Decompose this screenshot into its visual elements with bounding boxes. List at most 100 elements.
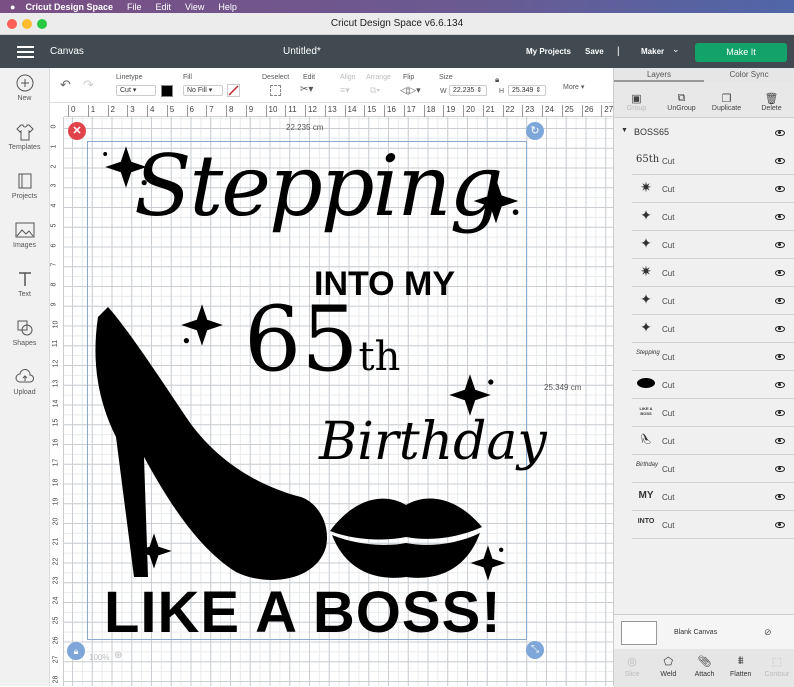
sparkle-star-icon[interactable] bbox=[470, 545, 506, 581]
layer-row[interactable]: LIKE A BOSS Cut bbox=[632, 399, 794, 427]
tab-color-sync[interactable]: Color Sync bbox=[704, 68, 794, 82]
eye-icon[interactable] bbox=[775, 214, 785, 220]
sparkle-star-icon[interactable] bbox=[449, 374, 494, 416]
sidebar-templates[interactable]: Templates bbox=[0, 117, 49, 166]
eye-icon[interactable] bbox=[775, 494, 785, 500]
layer-row[interactable]: ✦ Cut bbox=[632, 203, 794, 231]
layer-group-boss65[interactable]: ▼ BOSS65 bbox=[614, 119, 794, 147]
sidebar-upload[interactable]: Upload bbox=[0, 362, 49, 411]
redo-icon[interactable]: ↷ bbox=[83, 77, 94, 93]
eye-icon[interactable] bbox=[775, 522, 785, 528]
arrange-button[interactable]: Arrange bbox=[366, 74, 391, 81]
ruler-tick-label: 23 bbox=[52, 576, 60, 585]
layer-label: Cut bbox=[662, 409, 675, 418]
sidebar-new[interactable]: New bbox=[0, 68, 49, 117]
menu-edit[interactable]: Edit bbox=[155, 2, 171, 12]
star-thumbnail-icon: ✦ bbox=[640, 319, 652, 335]
width-input[interactable]: 22.235 ⇕ bbox=[449, 85, 487, 96]
deselect-icon[interactable] bbox=[270, 85, 281, 96]
linetype-color-swatch[interactable] bbox=[161, 85, 173, 97]
eye-icon[interactable] bbox=[775, 382, 785, 388]
eye-icon[interactable] bbox=[775, 158, 785, 164]
layer-row[interactable]: Birthday Cut bbox=[632, 455, 794, 483]
menu-help[interactable]: Help bbox=[218, 2, 237, 12]
layer-row[interactable]: ✷ Cut bbox=[632, 175, 794, 203]
design-canvas[interactable]: 22.235 cm 25.349 cm ✕ ↻ 🔒︎ ⤡ 100% ⊕ Step… bbox=[64, 117, 613, 686]
layer-row[interactable]: ✦ Cut bbox=[632, 315, 794, 343]
my-projects-button[interactable]: My Projects bbox=[526, 47, 571, 56]
minimize-window-button[interactable] bbox=[22, 19, 32, 29]
contour-button[interactable]: ⬚ Contour bbox=[759, 649, 794, 687]
height-input[interactable]: 25.349 ⇕ bbox=[508, 85, 546, 96]
menu-file[interactable]: File bbox=[127, 2, 142, 12]
eye-icon[interactable] bbox=[775, 354, 785, 360]
more-button[interactable]: More ▾ bbox=[563, 83, 584, 91]
eye-hidden-icon[interactable]: ⊘ bbox=[764, 627, 772, 638]
make-it-button[interactable]: Make It bbox=[695, 43, 787, 62]
blank-canvas-swatch[interactable] bbox=[621, 621, 657, 645]
machine-select[interactable]: Maker bbox=[641, 47, 664, 56]
layer-row[interactable]: Cut bbox=[632, 371, 794, 399]
group-button[interactable]: ▣ Group bbox=[614, 82, 659, 117]
layer-row[interactable]: Stepping Cut bbox=[632, 343, 794, 371]
weld-button[interactable]: ⬠ Weld bbox=[650, 649, 686, 687]
align-button[interactable]: Align bbox=[340, 74, 356, 81]
layer-row[interactable]: ✷ Cut bbox=[632, 259, 794, 287]
eye-icon[interactable] bbox=[775, 242, 785, 248]
zoom-window-button[interactable] bbox=[37, 19, 47, 29]
eye-icon[interactable] bbox=[775, 186, 785, 192]
fill-select[interactable]: No Fill ▾ bbox=[183, 85, 223, 96]
tab-layers[interactable]: Layers bbox=[614, 68, 704, 82]
save-button[interactable]: Save bbox=[585, 47, 604, 56]
menu-view[interactable]: View bbox=[185, 2, 204, 12]
ruler-tick-label: 17 bbox=[403, 105, 416, 117]
close-window-button[interactable] bbox=[7, 19, 17, 29]
no-fill-swatch-icon[interactable] bbox=[227, 84, 240, 97]
eye-icon[interactable] bbox=[775, 466, 785, 472]
undo-icon[interactable]: ↶ bbox=[60, 77, 71, 93]
sparkle-star-icon[interactable] bbox=[136, 533, 172, 569]
layer-row[interactable]: ✦ Cut bbox=[632, 231, 794, 259]
flatten-button[interactable]: ⩩ Flatten bbox=[723, 649, 759, 687]
lock-icon[interactable]: 🔒︎ bbox=[495, 75, 499, 85]
star-thumbnail-icon: ✦ bbox=[640, 207, 652, 223]
collapse-triangle-icon[interactable]: ▼ bbox=[621, 127, 628, 134]
duplicate-icon: ❐ bbox=[721, 93, 732, 105]
ruler-tick-label: 18 bbox=[423, 105, 435, 117]
sparkle-star-icon[interactable] bbox=[103, 146, 147, 188]
sidebar-text[interactable]: Text bbox=[0, 264, 49, 313]
sidebar-shapes[interactable]: Shapes bbox=[0, 313, 49, 362]
layer-row[interactable]: 65th Cut bbox=[632, 147, 794, 175]
ruler-tick-label: 13 bbox=[324, 105, 337, 117]
hamburger-menu-icon[interactable] bbox=[17, 46, 34, 58]
slice-button[interactable]: ◎ Slice bbox=[614, 649, 650, 687]
linetype-select[interactable]: Cut ▾ bbox=[116, 85, 156, 96]
sparkle-star-icon[interactable] bbox=[181, 304, 223, 346]
flip-icon[interactable]: ◁¦▷▾ bbox=[400, 85, 421, 96]
eye-icon[interactable] bbox=[775, 326, 785, 332]
menu-app[interactable]: Cricut Design Space bbox=[25, 2, 113, 12]
deselect-button[interactable]: Deselect bbox=[262, 74, 289, 81]
sidebar-images[interactable]: Images bbox=[0, 215, 49, 264]
layer-row[interactable]: INTO Cut bbox=[632, 511, 794, 539]
delete-button[interactable]: 🗑︎ Delete bbox=[749, 82, 794, 117]
layer-row[interactable]: MY Cut bbox=[632, 483, 794, 511]
chevron-down-icon[interactable]: ⌄ bbox=[672, 44, 680, 55]
ungroup-button[interactable]: ⧉ UnGroup bbox=[659, 82, 704, 117]
eye-icon[interactable] bbox=[775, 130, 785, 136]
eye-icon[interactable] bbox=[775, 438, 785, 444]
document-title[interactable]: Untitled* bbox=[283, 46, 321, 57]
attach-button[interactable]: 📎︎ Attach bbox=[686, 649, 722, 687]
edit-tools-icon[interactable]: ✂▾ bbox=[300, 84, 313, 95]
apple-icon[interactable]: ● bbox=[10, 2, 15, 12]
layer-row[interactable]: 👠︎ Cut bbox=[632, 427, 794, 455]
sidebar-projects[interactable]: Projects bbox=[0, 166, 49, 215]
duplicate-button[interactable]: ❐ Duplicate bbox=[704, 82, 749, 117]
action-label: Contour bbox=[764, 671, 790, 678]
layer-row[interactable]: ✦ Cut bbox=[632, 287, 794, 315]
sparkle-star-icon[interactable] bbox=[473, 178, 519, 224]
eye-icon[interactable] bbox=[775, 298, 785, 304]
ruler-tick-label: 10 bbox=[265, 105, 277, 117]
eye-icon[interactable] bbox=[775, 270, 785, 276]
eye-icon[interactable] bbox=[775, 410, 785, 416]
